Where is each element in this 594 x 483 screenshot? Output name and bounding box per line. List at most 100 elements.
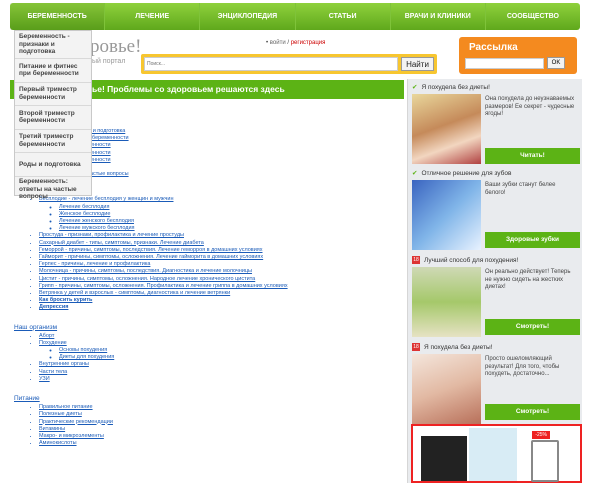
list-item[interactable]: Практические рекомендации [39,419,402,426]
list-item[interactable]: беременности [74,157,402,164]
login-links: • войти / регистрация [266,40,325,46]
list-item[interactable]: Геморрой - причины, симптомы, последстви… [39,247,402,254]
section-nutrition[interactable]: Питание [14,395,402,402]
promo-title-text: Лучший способ для похудения! [424,256,519,264]
newsletter-email-input[interactable] [465,58,544,69]
list-item[interactable]: ы на частые вопросы [74,171,402,178]
promo-image[interactable] [412,354,481,424]
product-image[interactable] [531,440,559,482]
list-item[interactable]: Депрессия [39,304,402,311]
promo-read-button[interactable]: Читать! [485,148,580,164]
dropdown-item[interactable]: Первый триместр беременности [15,83,91,106]
list-item[interactable]: ес при беременности [74,135,402,142]
promo-teeth-button[interactable]: Здоровые зубки [485,232,580,248]
list-item[interactable]: Правильное питание [39,404,402,411]
promo-watch-button[interactable]: Смотреть! [485,404,580,420]
newsletter-title: Рассылка [469,42,518,53]
promo-title: 18 Лучший способ для похудения! [412,255,581,265]
promo-image[interactable] [412,94,481,164]
promo-image[interactable] [412,267,481,337]
list-item[interactable]: Бесплодие - лечение бесплодия у женщин и… [39,196,402,232]
list-item[interactable]: Простуда - признаки, профилактика и лече… [39,232,402,239]
list-item[interactable]: Аборт [39,333,402,340]
pregnancy-dropdown-menu: Беременность - признаки и подготовка Пит… [14,30,92,200]
list-item[interactable]: Лечение мужского бесплодия [59,225,402,232]
product-image[interactable] [421,436,467,481]
nav-item-encyclopedia[interactable]: ЭНЦИКЛОПЕДИЯ [200,3,296,30]
search-input[interactable] [144,57,398,71]
list-item[interactable]: Витамины [39,426,402,433]
weight-sublist: Основы похудения Диеты для похудения [59,347,402,361]
promo-title: ✔ Отличное решение для зубов [412,168,581,178]
promo-bullet-icon: ✔ [412,170,418,177]
list-item[interactable]: Части тела [39,369,402,376]
product-ad[interactable]: -25% [411,424,582,483]
list-item[interactable]: УЗИ [39,376,402,383]
age-badge: 18 [412,343,420,351]
list-item[interactable]: Женское бесплодие [59,211,402,218]
search-button[interactable]: Найти [401,57,434,71]
promo-block[interactable]: ✔ Отличное решение для зубов Ваши зубки … [412,168,581,253]
nav-item-articles[interactable]: СТАТЬИ [296,3,391,30]
search-bar: Найти [141,54,437,74]
dropdown-item[interactable]: Роды и подготовка [15,153,91,177]
infertility-sublist: Лечение бесплодия Женское бесплодие Лече… [59,204,402,233]
site-logo[interactable]: ровье! [90,36,141,58]
list-item[interactable]: беременности [74,142,402,149]
list-item[interactable]: Сахарный диабет - типы, симптомы, призна… [39,240,402,247]
list-item[interactable]: Молочница - причины, симптомы, последств… [39,268,402,275]
list-item[interactable]: Лечение женского бесплодия [59,218,402,225]
dropdown-item[interactable]: Второй триместр беременности [15,106,91,130]
list-item[interactable]: Диеты для похудения [59,354,402,361]
age-badge: 18 [412,256,420,264]
discount-badge: -25% [532,431,550,439]
list-item[interactable]: Цистит - причины, симптомы, осложнения. … [39,276,402,283]
dropdown-item[interactable]: Питание и фитнес при беременности [15,59,91,83]
list-item[interactable]: Полезные диеты [39,411,402,418]
list-item[interactable]: Ветрянка у детей и взрослых - симптомы, … [39,290,402,297]
list-item[interactable]: Как бросить курить [39,297,402,304]
promo-text: Она похудела до неузнаваемых размеров! Е… [485,96,575,117]
newsletter-ok-button[interactable]: OK [547,57,565,69]
register-link[interactable]: регистрация [291,40,326,46]
list-item[interactable]: Герпес - причины, лечение и профилактика [39,261,402,268]
top-nav: БЕРЕМЕННОСТЬ ЛЕЧЕНИЕ ЭНЦИКЛОПЕДИЯ СТАТЬИ… [10,3,580,30]
promo-title: 18 Я похудела без диеты! [412,342,581,352]
newsletter-box: Рассылка OK [459,37,577,74]
list-item[interactable]: Аминокислоты [39,440,402,447]
nav-item-treatment[interactable]: ЛЕЧЕНИЕ [105,3,201,30]
list-item[interactable]: Внутренние органы [39,361,402,368]
dropdown-item[interactable]: Беременность: ответы на частые вопросы [15,177,91,203]
promo-watch-button[interactable]: Смотреть! [485,319,580,335]
ad-sidebar: ✔ Я похудела без диеты! Она похудела до … [407,79,582,483]
promo-block[interactable]: ✔ Я похудела без диеты! Она похудела до … [412,82,581,167]
promo-block[interactable]: 18 Я похудела без диеты! Просто ошеломля… [412,342,581,424]
promo-bullet-icon: ✔ [412,84,418,91]
treatment-list: Бесплодие - лечение бесплодия у женщин и… [39,196,402,311]
product-image-bg [469,428,517,481]
list-item[interactable]: изнаки и подготовка [74,128,402,135]
nav-item-pregnancy[interactable]: БЕРЕМЕННОСТЬ [10,3,106,30]
dropdown-item[interactable]: Беременность - признаки и подготовка [15,31,91,59]
list-item[interactable]: ка [74,164,402,171]
nav-item-community[interactable]: СООБЩЕСТВО [486,3,580,30]
list-item[interactable]: беременности [74,150,402,157]
list-item[interactable]: Макро- и микроэлементы [39,433,402,440]
nutrition-list: Правильное питание Полезные диеты Практи… [39,404,402,447]
list-item[interactable]: Основы похудения [59,347,402,354]
organism-list: Аборт Похудение Основы похудения Диеты д… [39,333,402,383]
list-item[interactable]: Гайморит - причины, симптомы, осложнения… [39,254,402,261]
promo-text: Просто ошеломляющий результат! Для того,… [485,356,560,377]
dropdown-item[interactable]: Третий триместр беременности [15,130,91,153]
promo-title-text: Отличное решение для зубов [421,169,512,177]
promo-title-text: Я похудела без диеты! [421,83,490,91]
promo-image[interactable] [412,180,481,250]
list-item[interactable]: Похудение Основы похудения Диеты для пох… [39,340,402,362]
list-item[interactable]: Грипп - причины, симптомы, осложнения. П… [39,283,402,290]
promo-block[interactable]: 18 Лучший способ для похудения! Он реаль… [412,255,581,340]
section-organism[interactable]: Наш организм [14,324,402,331]
nav-item-doctors[interactable]: ВРАЧИ И КЛИНИКИ [391,3,486,30]
list-item[interactable]: Лечение бесплодия [59,204,402,211]
site-tagline: ый портал [92,58,126,65]
login-link[interactable]: войти [270,40,286,46]
